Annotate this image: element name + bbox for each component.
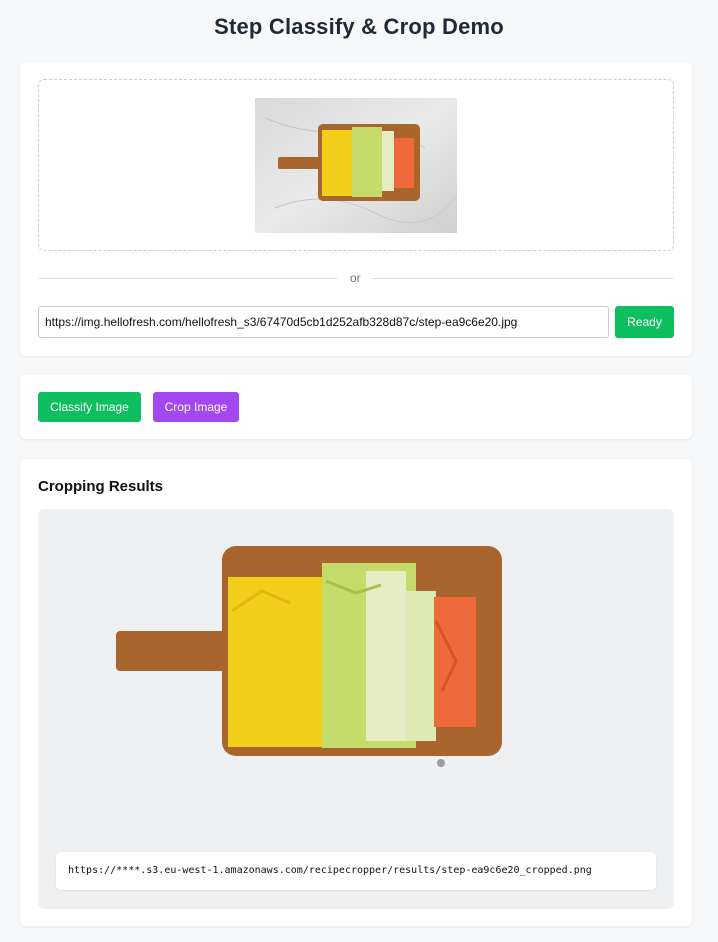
image-url-input[interactable] xyxy=(38,306,609,338)
actions-card: Classify Image Crop Image xyxy=(20,375,692,439)
crop-image-button[interactable]: Crop Image xyxy=(153,392,239,422)
divider-line-right xyxy=(372,278,674,279)
page-title: Step Classify & Crop Demo xyxy=(214,14,504,39)
upload-card: or Ready xyxy=(20,62,692,356)
result-url-text[interactable]: https://****.s3.eu-west-1.amazonaws.com/… xyxy=(56,852,656,890)
results-card: Cropping Results https://****.s3.eu-west… xyxy=(20,459,692,926)
divider-text: or xyxy=(350,271,361,285)
results-panel: https://****.s3.eu-west-1.amazonaws.com/… xyxy=(38,509,674,909)
preview-image xyxy=(255,98,457,233)
classify-image-button[interactable]: Classify Image xyxy=(38,392,141,422)
divider-line-left xyxy=(38,278,338,279)
cropped-image xyxy=(116,541,595,814)
results-heading: Cropping Results xyxy=(38,478,164,495)
or-divider: or xyxy=(38,271,674,285)
ready-button[interactable]: Ready xyxy=(615,306,674,338)
image-dropzone[interactable] xyxy=(38,79,674,251)
